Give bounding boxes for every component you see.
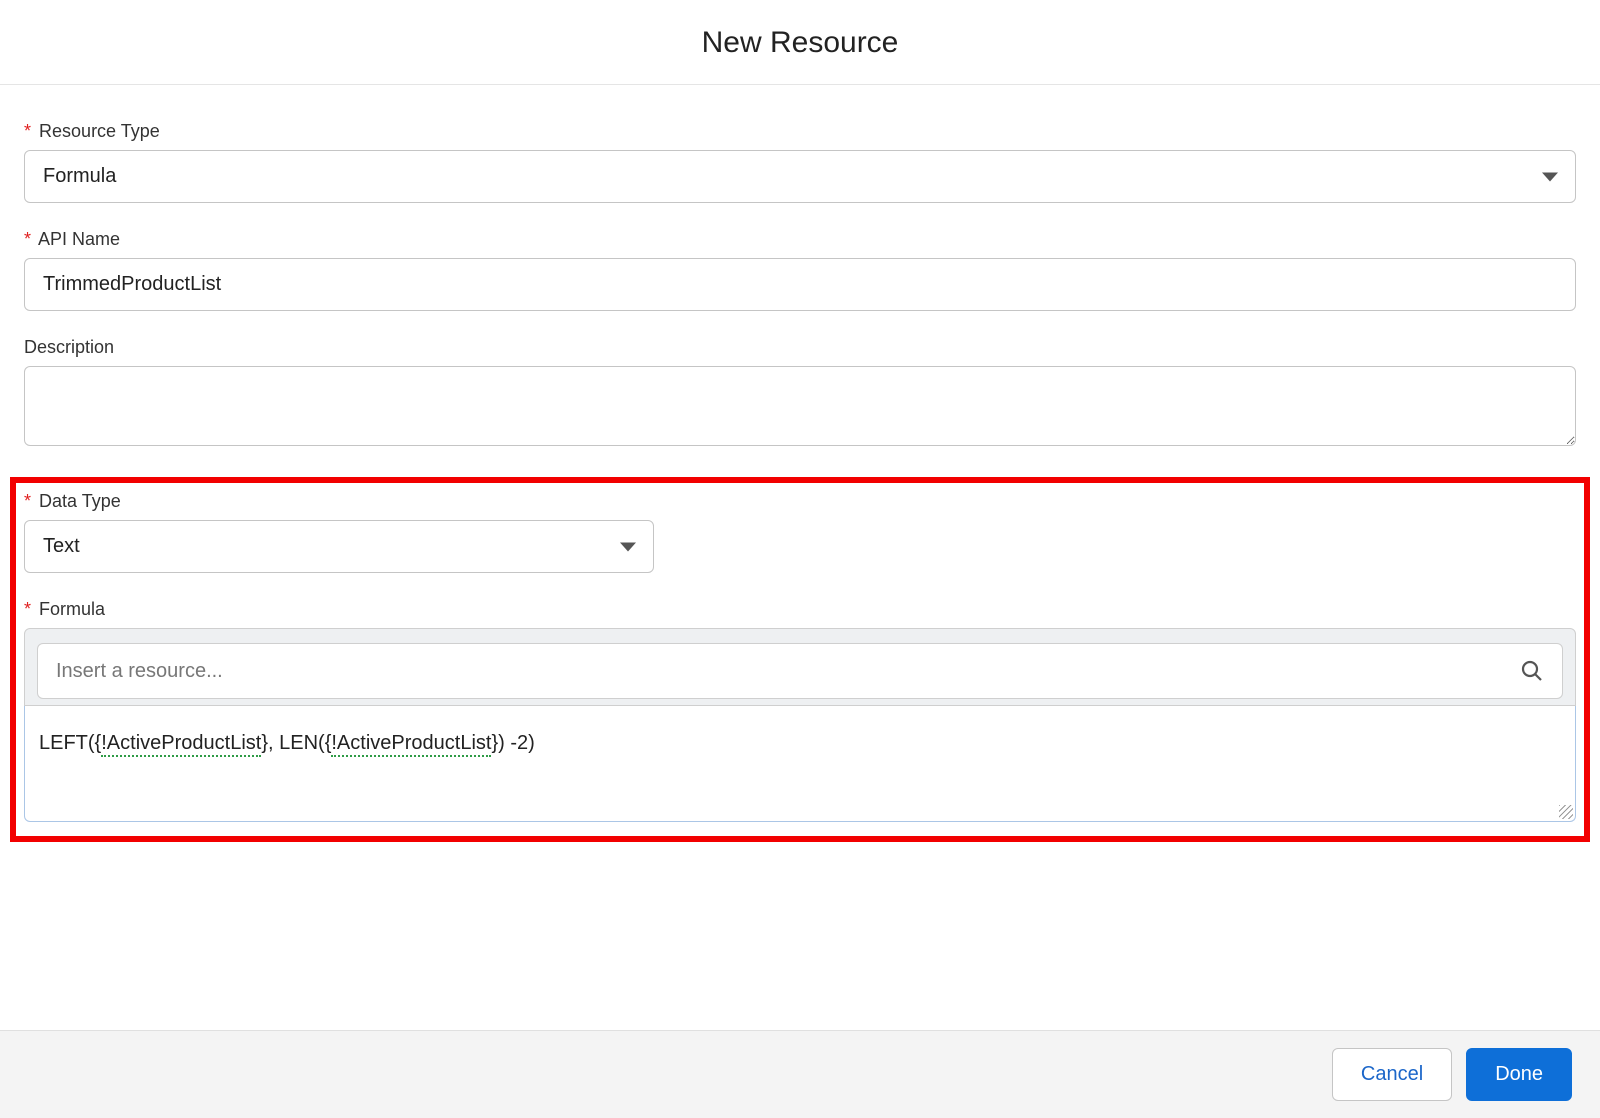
data-type-value[interactable]: Text xyxy=(24,520,654,573)
resource-search[interactable] xyxy=(37,643,1563,699)
description-field: Description xyxy=(24,337,1576,451)
done-button[interactable]: Done xyxy=(1466,1048,1572,1101)
formula-label: * Formula xyxy=(24,599,1576,620)
resize-handle-icon[interactable] xyxy=(1559,805,1573,819)
chevron-down-icon xyxy=(620,542,636,551)
required-asterisk: * xyxy=(24,229,31,249)
resource-type-field: * Resource Type Formula xyxy=(24,121,1576,203)
api-name-field: * API Name xyxy=(24,229,1576,311)
resource-search-input[interactable] xyxy=(56,660,1520,683)
api-name-label: * API Name xyxy=(24,229,1576,250)
formula-toolbar xyxy=(24,628,1576,706)
chevron-down-icon xyxy=(1542,172,1558,181)
resource-type-value[interactable]: Formula xyxy=(24,150,1576,203)
required-asterisk: * xyxy=(24,121,31,141)
formula-field: * Formula LEFT({!ActiveProductList}, LEN… xyxy=(24,599,1576,822)
required-asterisk: * xyxy=(24,599,31,619)
formula-editor[interactable]: LEFT({!ActiveProductList}, LEN({!ActiveP… xyxy=(24,706,1576,822)
data-type-field: * Data Type Text xyxy=(24,491,1576,573)
highlighted-region: * Data Type Text * Formula xyxy=(10,477,1590,842)
description-label: Description xyxy=(24,337,1576,358)
description-input[interactable] xyxy=(24,366,1576,446)
formula-variable-token: !ActiveProductList xyxy=(331,732,491,757)
required-asterisk: * xyxy=(24,491,31,511)
search-icon xyxy=(1520,659,1544,683)
api-name-input[interactable] xyxy=(24,258,1576,311)
modal-footer: Cancel Done xyxy=(0,1030,1600,1118)
formula-variable-token: !ActiveProductList xyxy=(101,732,261,757)
data-type-select[interactable]: Text xyxy=(24,520,654,573)
resource-type-label: * Resource Type xyxy=(24,121,1576,142)
cancel-button[interactable]: Cancel xyxy=(1332,1048,1452,1101)
data-type-label: * Data Type xyxy=(24,491,1576,512)
resource-type-select[interactable]: Formula xyxy=(24,150,1576,203)
modal-title: New Resource xyxy=(0,0,1600,85)
form-body: * Resource Type Formula * API Name Descr… xyxy=(0,85,1600,842)
